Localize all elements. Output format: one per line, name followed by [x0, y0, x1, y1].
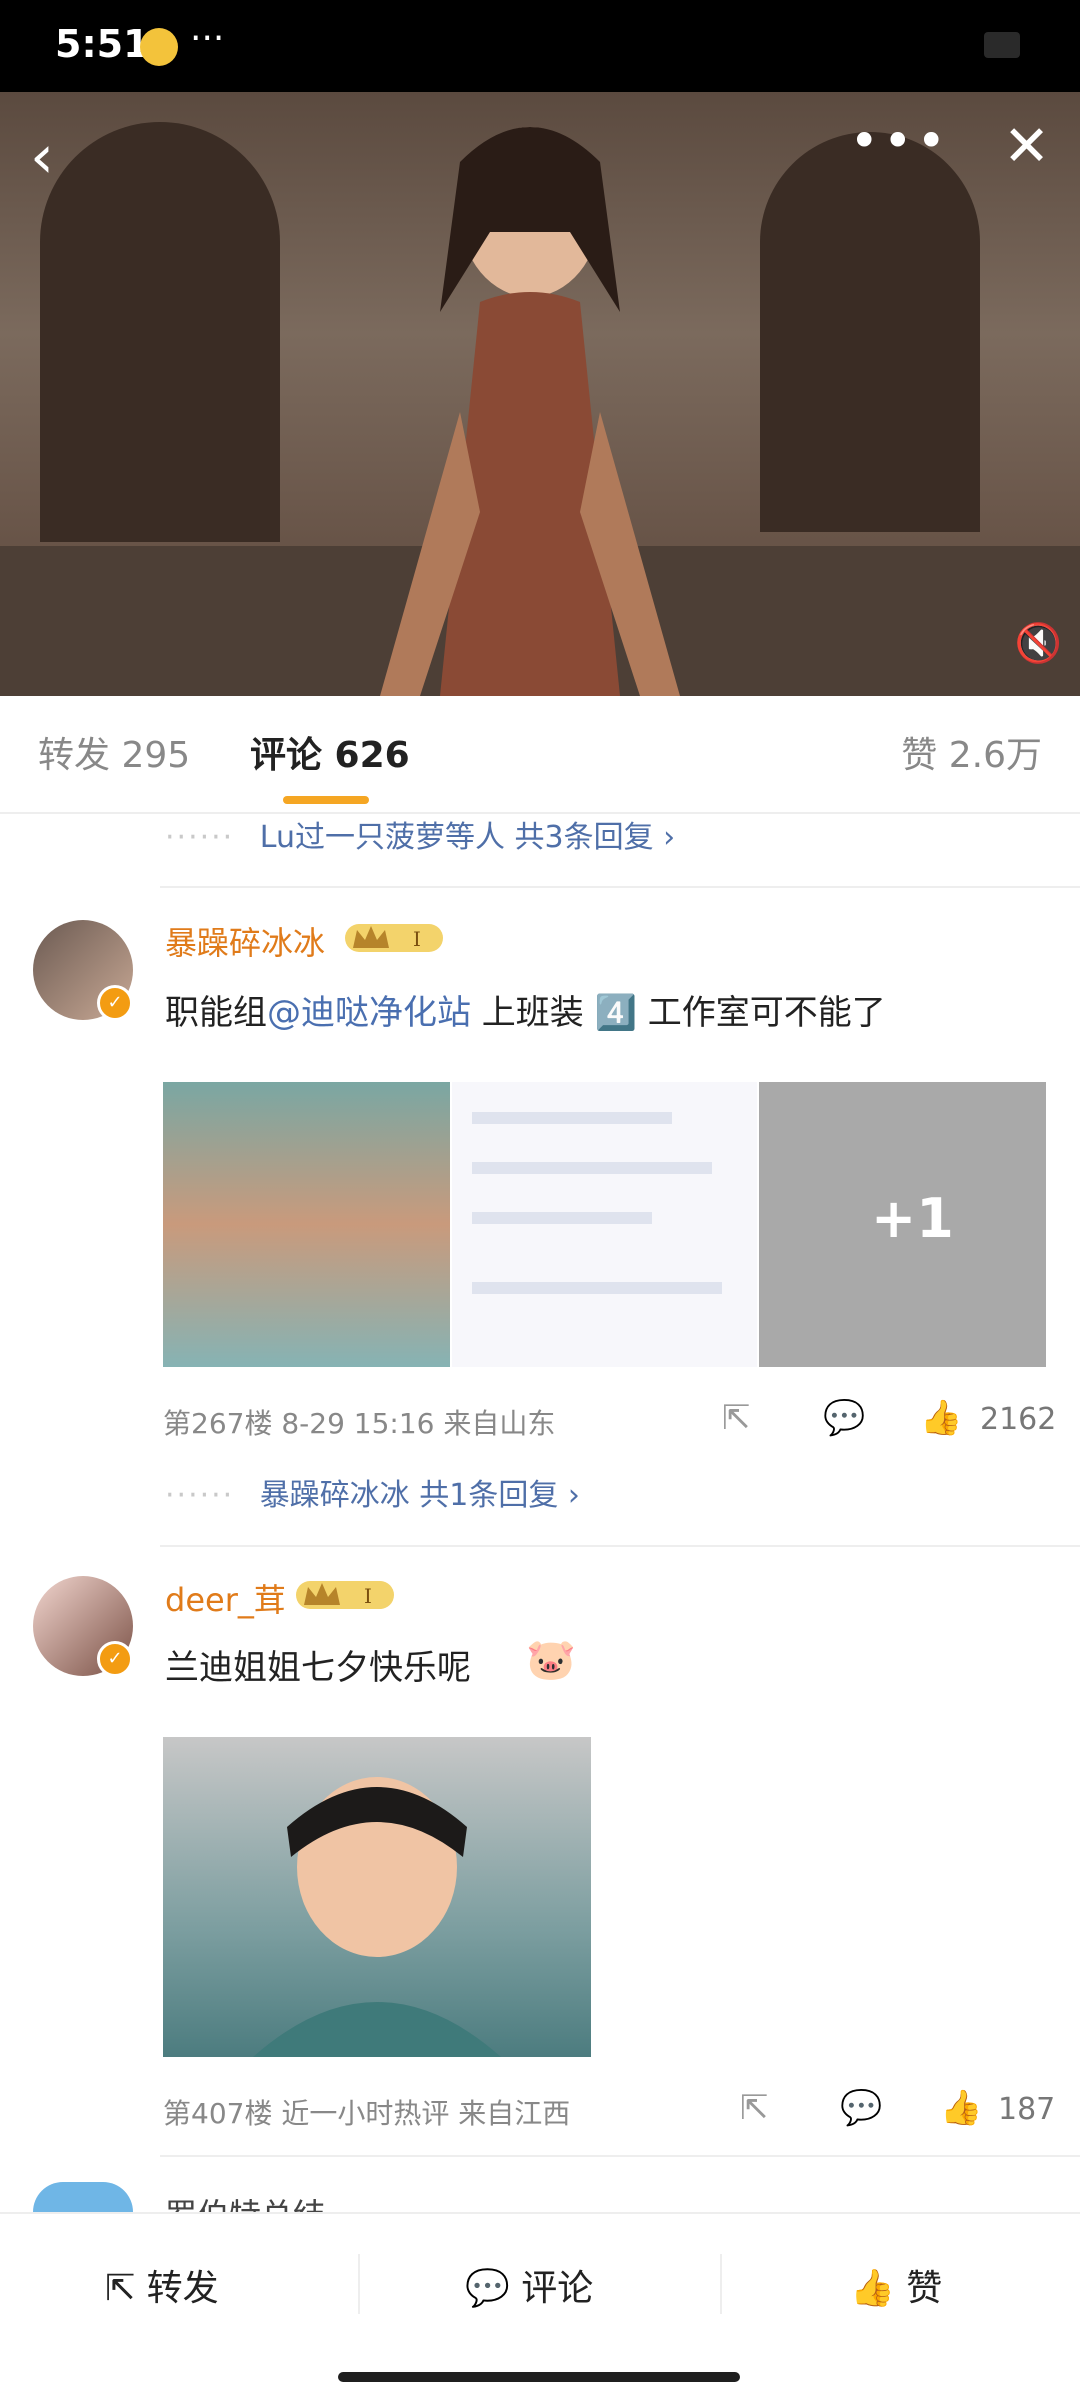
image-placeholder-line: [472, 1162, 712, 1174]
close-icon[interactable]: ✕: [1003, 114, 1050, 179]
comment-image-1[interactable]: [163, 1082, 450, 1367]
comment-label: 评论: [521, 2268, 594, 2309]
reply-dots: ······: [165, 820, 235, 855]
image-placeholder-line: [472, 1282, 722, 1294]
more-icon[interactable]: •••: [850, 112, 950, 170]
comment-image-1[interactable]: [163, 1737, 591, 2057]
image-illustration: [253, 1777, 501, 2057]
like-icon[interactable]: 👍: [920, 1398, 962, 1438]
home-indicator[interactable]: [338, 2372, 740, 2382]
mute-icon[interactable]: 🔇: [1015, 621, 1062, 666]
comment-image-2[interactable]: [452, 1082, 757, 1367]
share-icon[interactable]: ⇱: [740, 2088, 769, 2128]
username[interactable]: deer_茸: [165, 1575, 286, 1621]
comment-image-3[interactable]: +1: [759, 1082, 1046, 1367]
battery-icon: [984, 32, 1020, 58]
comment-meta: 第267楼 8-29 15:16 来自山东: [163, 1407, 556, 1440]
reply-summary: Lu过一只菠萝等人 共3条回复 ›: [259, 820, 676, 855]
view-replies-link[interactable]: ······ Lu过一只菠萝等人 共3条回复 ›: [165, 812, 675, 856]
more-images-count: +1: [871, 1187, 954, 1250]
tab-forward[interactable]: 转发 295: [38, 726, 190, 778]
like-count: 2162: [980, 1402, 1057, 1437]
back-icon[interactable]: ‹: [30, 122, 54, 192]
weibo-app-icon: [140, 28, 178, 66]
verified-badge-icon: ✓: [97, 1641, 133, 1677]
svg-text:I: I: [413, 927, 421, 951]
image-placeholder-line: [472, 1212, 652, 1224]
like-icon: 👍: [850, 2268, 907, 2309]
reply-icon[interactable]: 💬: [840, 2088, 882, 2128]
background-arch-left: [40, 122, 280, 542]
status-bar: 5:51 ···: [0, 0, 1080, 92]
like-icon[interactable]: 👍: [940, 2088, 982, 2128]
comment-text: 兰迪姐姐七夕快乐呢: [165, 1648, 471, 1688]
comment-text-end: 上班装 4️⃣ 工作室可不能了: [471, 993, 886, 1033]
comment-text: 职能组@迪哒净化站 上班装 4️⃣ 工作室可不能了: [165, 985, 1045, 1034]
like-button[interactable]: 👍 赞: [850, 2259, 942, 2311]
share-icon: ⇱: [105, 2268, 147, 2309]
tab-comment[interactable]: 评论 626: [250, 726, 410, 778]
divider: [160, 2155, 1080, 2157]
tab-indicator: [283, 796, 369, 804]
separator: [720, 2254, 722, 2314]
username[interactable]: 暴躁碎冰冰: [165, 918, 325, 964]
divider: [160, 886, 1080, 888]
divider: [160, 1545, 1080, 1547]
vip-badge-icon: I: [296, 1581, 394, 1609]
mention-link[interactable]: @迪哒净化站: [267, 993, 471, 1033]
pig-emoji-icon: 🐷: [526, 1637, 576, 1683]
forward-button[interactable]: ⇱ 转发: [105, 2259, 219, 2311]
avatar[interactable]: [33, 2182, 133, 2212]
share-icon[interactable]: ⇱: [722, 1398, 751, 1438]
image-placeholder-line: [472, 1112, 672, 1124]
comment-meta: 第407楼 近一小时热评 来自江西: [163, 2097, 571, 2130]
reply-dots: ······: [165, 1478, 235, 1513]
comment-icon: 💬: [465, 2268, 522, 2309]
reply-icon[interactable]: 💬: [823, 1398, 865, 1438]
svg-text:I: I: [364, 1584, 372, 1608]
forward-label: 转发: [146, 2268, 219, 2309]
reply-summary: 暴躁碎冰冰 共1条回复 ›: [259, 1478, 580, 1513]
comment-button[interactable]: 💬 评论: [465, 2259, 593, 2311]
view-replies-link[interactable]: ······ 暴躁碎冰冰 共1条回复 ›: [165, 1470, 580, 1514]
separator: [358, 2254, 360, 2314]
verified-badge-icon: ✓: [97, 985, 133, 1021]
tab-bar: 转发 295 评论 626 赞 2.6万: [0, 696, 1080, 814]
background-arch-right: [760, 132, 980, 532]
like-count: 187: [998, 2092, 1056, 2127]
comment-text-start: 职能组: [165, 993, 267, 1033]
video-person: [380, 127, 680, 696]
status-time: 5:51: [55, 22, 150, 66]
like-label: 赞: [906, 2268, 943, 2309]
video-player[interactable]: ‹ ••• ✕ 🔇: [0, 92, 1080, 696]
tab-like[interactable]: 赞 2.6万: [901, 726, 1042, 778]
username[interactable]: 罗伯特总结: [165, 2190, 325, 2212]
bottom-action-bar: ⇱ 转发 💬 评论 👍 赞: [0, 2212, 1080, 2364]
vip-badge-icon: I: [345, 924, 443, 952]
notification-more-icon: ···: [190, 18, 225, 59]
